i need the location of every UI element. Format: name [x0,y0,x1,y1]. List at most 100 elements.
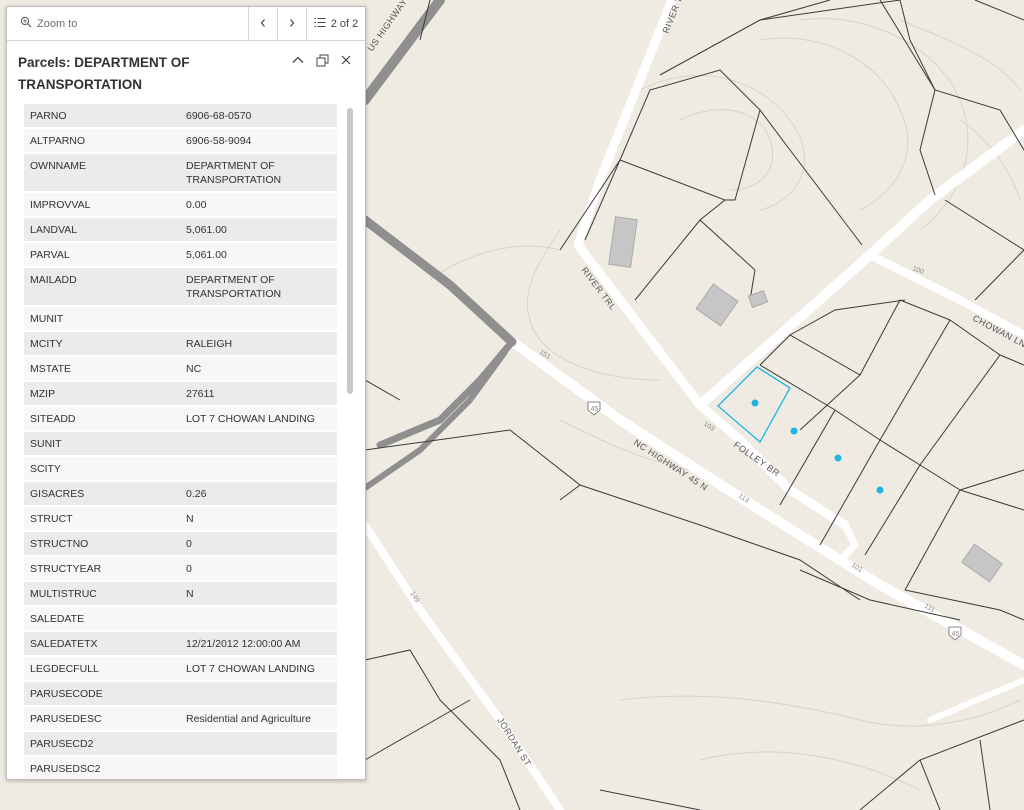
parcel-point-marker[interactable] [790,427,798,435]
popup-header: Zoom to 2 of 2 [7,7,365,41]
attribute-key: PARUSECD2 [24,731,180,757]
attribute-value: 0.26 [180,481,337,507]
attribute-value: LOT 7 CHOWAN LANDING [180,656,337,682]
attribute-value: 0 [180,556,337,582]
attribute-key: SALEDATETX [24,631,180,657]
attribute-value: N [180,506,337,532]
feature-list-button[interactable]: 2 of 2 [306,7,365,40]
attribute-row: SCITY [24,456,337,482]
attribute-key: SCITY [24,456,180,482]
attribute-key: PARNO [24,104,180,129]
attribute-row: MCITY RALEIGH [24,331,337,357]
attribute-value: 6906-58-9094 [180,128,337,154]
close-icon [341,55,351,65]
attribute-key: PARUSEDSC2 [24,756,180,779]
attribute-key: GISACRES [24,481,180,507]
attribute-row: STRUCTNO 0 [24,531,337,557]
attribute-value: 6906-68-0570 [180,104,337,129]
attribute-value: DEPARTMENT OF TRANSPORTATION [180,153,337,193]
attribute-value: 27611 [180,381,337,407]
attribute-row: MAILADD DEPARTMENT OF TRANSPORTATION [24,267,337,307]
attribute-key: MUNIT [24,306,180,332]
parcel-point-marker[interactable] [876,486,884,494]
previous-feature-button[interactable] [248,7,277,40]
attribute-key: MSTATE [24,356,180,382]
attribute-row: LEGDECFULL LOT 7 CHOWAN LANDING [24,656,337,682]
attribute-value: Residential and Agriculture [180,706,337,732]
attribute-value: 5,061.00 [180,242,337,268]
attribute-key: PARUSECODE [24,681,180,707]
attribute-value [180,731,337,757]
attribute-row: IMPROVVAL 0.00 [24,192,337,218]
attribute-row: ALTPARNO 6906-58-9094 [24,128,337,154]
attribute-row: PARUSEDESC Residential and Agriculture [24,706,337,732]
scrollbar-thumb[interactable] [347,108,353,394]
attribute-table-container[interactable]: PARNO 6906-68-0570 ALTPARNO 6906-58-9094 OWN… [24,104,338,779]
zoom-icon [20,16,32,31]
attribute-row: MULTISTRUC N [24,581,337,607]
attribute-row: STRUCT N [24,506,337,532]
attribute-value: 12/21/2012 12:00:00 AM [180,631,337,657]
attribute-key: IMPROVVAL [24,192,180,218]
attribute-key: LEGDECFULL [24,656,180,682]
attribute-row: PARUSECD2 [24,731,337,757]
scrollbar[interactable] [347,108,353,772]
chevron-up-icon [292,56,304,63]
attribute-value [180,456,337,482]
dock-button[interactable] [313,51,331,69]
attribute-value: 5,061.00 [180,217,337,243]
attribute-row: PARVAL 5,061.00 [24,242,337,268]
attribute-key: SALEDATE [24,606,180,632]
attribute-key: PARUSEDESC [24,706,180,732]
attribute-row: PARUSECODE [24,681,337,707]
attribute-key: STRUCTYEAR [24,556,180,582]
parcel-point-marker[interactable] [751,399,759,407]
attribute-row: LANDVAL 5,061.00 [24,217,337,243]
attribute-value [180,306,337,332]
attribute-value: RALEIGH [180,331,337,357]
popup-title: Parcels: DEPARTMENT OF TRANSPORTATION [18,55,190,92]
chevron-right-icon [288,15,296,33]
attribute-row: SUNIT [24,431,337,457]
route-45-shield: 45 [591,406,599,413]
attribute-key: MAILADD [24,267,180,307]
attribute-key: SUNIT [24,431,180,457]
attribute-row: MZIP 27611 [24,381,337,407]
attribute-key: PARVAL [24,242,180,268]
attribute-key: MCITY [24,331,180,357]
attribute-row: GISACRES 0.26 [24,481,337,507]
attribute-key: LANDVAL [24,217,180,243]
attribute-row: PARNO 6906-68-0570 [24,104,337,129]
route-45-shield: 45 [952,631,960,638]
attribute-value [180,681,337,707]
attribute-key: SITEADD [24,406,180,432]
chevron-left-icon [259,15,267,33]
pager-label: 2 of 2 [330,17,359,30]
popup-title-row: Parcels: DEPARTMENT OF TRANSPORTATION [7,41,365,110]
attribute-row: SALEDATETX 12/21/2012 12:00:00 AM [24,631,337,657]
attribute-value: 0 [180,531,337,557]
attribute-value [180,606,337,632]
feature-popup: Zoom to 2 of 2 Parcels: DEPARTMENT OF TR… [6,6,366,780]
attribute-row: OWNNAME DEPARTMENT OF TRANSPORTATION [24,153,337,193]
attribute-key: MULTISTRUC [24,581,180,607]
zoom-to-button[interactable]: Zoom to [7,7,248,40]
collapse-button[interactable] [289,51,307,69]
attribute-key: STRUCTNO [24,531,180,557]
list-icon [314,17,326,31]
attribute-key: OWNNAME [24,153,180,193]
attribute-row: STRUCTYEAR 0 [24,556,337,582]
attribute-value: DEPARTMENT OF TRANSPORTATION [180,267,337,307]
attribute-row: MSTATE NC [24,356,337,382]
dock-icon [316,54,328,66]
attribute-row: PARUSEDSC2 [24,756,337,779]
parcel-point-marker[interactable] [834,454,842,462]
next-feature-button[interactable] [277,7,306,40]
attribute-row: SITEADD LOT 7 CHOWAN LANDING [24,406,337,432]
attribute-key: STRUCT [24,506,180,532]
close-button[interactable] [337,51,355,69]
attribute-value: N [180,581,337,607]
attribute-table: PARNO 6906-68-0570 ALTPARNO 6906-58-9094 OWN… [24,104,337,779]
attribute-value: 0.00 [180,192,337,218]
zoom-to-label: Zoom to [37,17,78,30]
